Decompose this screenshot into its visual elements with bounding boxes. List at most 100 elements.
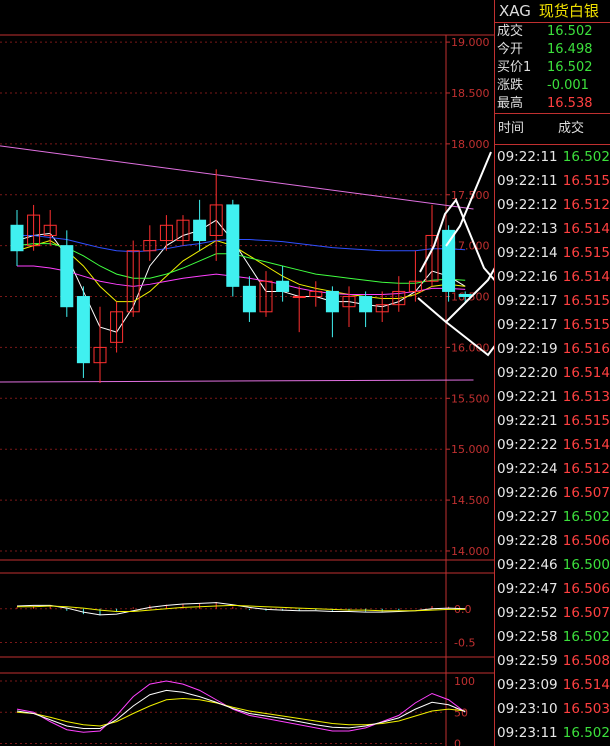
price-tick-label: 18.500 xyxy=(451,87,490,100)
tick-price: 16.514 xyxy=(562,677,610,693)
tick-price: 16.507 xyxy=(562,485,610,501)
tick-time: 09:22:28 xyxy=(497,533,558,549)
quote-row: 最高 16.538 xyxy=(495,95,610,113)
ticks-header: 时间 成交 xyxy=(495,114,610,145)
tick-time: 09:23:09 xyxy=(497,677,558,693)
tick-row: 09:22:17 16.515 xyxy=(495,313,610,337)
candle-body xyxy=(193,219,207,242)
tick-row: 09:22:19 16.516 xyxy=(495,337,610,361)
tick-time: 09:22:11 xyxy=(497,173,558,189)
quote-value: 16.538 xyxy=(547,96,593,111)
tick-price: 16.508 xyxy=(562,653,610,669)
tick-row: 09:22:46 16.500 xyxy=(495,553,610,577)
tick-row: 09:23:10 16.503 xyxy=(495,697,610,721)
tick-price: 16.515 xyxy=(562,293,610,309)
price-tick-label: 15.500 xyxy=(451,392,490,405)
tick-row: 09:22:14 16.515 xyxy=(495,241,610,265)
tick-time: 09:22:16 xyxy=(497,269,558,285)
tick-time: 09:22:17 xyxy=(497,317,558,333)
tick-price: 16.500 xyxy=(562,557,610,573)
tick-row: 09:22:59 16.508 xyxy=(495,649,610,673)
quote-value: 16.502 xyxy=(547,60,593,75)
tick-row: 09:22:52 16.507 xyxy=(495,601,610,625)
tick-time: 09:22:46 xyxy=(497,557,558,573)
tick-row: 09:22:24 16.512 xyxy=(495,457,610,481)
quote-row: 涨跌 -0.001 xyxy=(495,77,610,95)
quote-row: 今开 16.498 xyxy=(495,41,610,59)
tick-price: 16.516 xyxy=(562,341,610,357)
tick-time: 09:22:20 xyxy=(497,365,558,381)
quote-row: 成交 16.502 xyxy=(495,23,610,41)
symbol-name: 现货白银 xyxy=(538,2,599,20)
candle-body xyxy=(458,293,472,298)
tick-row: 09:22:17 16.515 xyxy=(495,289,610,313)
quote-label: 涨跌 xyxy=(497,78,524,93)
tick-row: 09:22:11 16.502 xyxy=(495,145,610,169)
tick-price: 16.513 xyxy=(562,389,610,405)
candle-body xyxy=(359,296,373,313)
price-tick-label: 17.000 xyxy=(451,240,490,253)
tick-time: 09:22:58 xyxy=(497,629,558,645)
kdj-tick-label: 0 xyxy=(454,738,461,746)
tick-price: 16.512 xyxy=(562,461,610,477)
candle-body xyxy=(325,290,339,313)
price-tick-label: 14.500 xyxy=(451,494,490,507)
tick-price: 16.506 xyxy=(562,533,610,549)
tick-price: 16.503 xyxy=(562,701,610,717)
tick-price: 16.514 xyxy=(562,437,610,453)
ticks-header-price: 成交 xyxy=(558,121,585,136)
tick-row: 09:22:21 16.513 xyxy=(495,385,610,409)
tick-time: 09:22:21 xyxy=(497,389,558,405)
tick-time: 09:22:47 xyxy=(497,581,558,597)
price-tick-label: 18.000 xyxy=(451,138,490,151)
tick-time: 09:22:21 xyxy=(497,413,558,429)
tick-price: 16.502 xyxy=(562,509,610,525)
tick-price: 16.514 xyxy=(562,269,610,285)
tick-time: 09:22:26 xyxy=(497,485,558,501)
candle-body xyxy=(76,296,90,364)
quote-label: 成交 xyxy=(497,24,524,39)
tick-row: 09:22:27 16.502 xyxy=(495,505,610,529)
tick-time: 09:22:59 xyxy=(497,653,558,669)
tick-row: 09:22:16 16.514 xyxy=(495,265,610,289)
candle-body xyxy=(292,296,306,299)
tick-time: 09:22:11 xyxy=(497,149,558,165)
chart-area[interactable]: 19.000 18.500 18.000 17.500 17.000 16.500 16.0… xyxy=(0,0,494,746)
quote-label: 今开 xyxy=(497,42,524,57)
quote-panel: XAG 现货白银 成交 16.502 今开 16.498 买价1 16.502 涨跌 -0.00… xyxy=(494,0,610,746)
candle-body xyxy=(60,245,74,308)
tick-row: 09:22:12 16.512 xyxy=(495,193,610,217)
tick-row: 09:22:47 16.506 xyxy=(495,577,610,601)
tick-list[interactable]: 09:22:11 16.502 09:22:11 16.515 09:22:12 16.5… xyxy=(495,145,610,745)
tick-row: 09:22:58 16.502 xyxy=(495,625,610,649)
quote-row: 买价1 16.502 xyxy=(495,59,610,77)
candle-body xyxy=(442,229,456,292)
tick-row: 09:22:21 16.515 xyxy=(495,409,610,433)
tick-time: 09:22:14 xyxy=(497,245,558,261)
tick-price: 16.507 xyxy=(562,605,610,621)
tick-price: 16.515 xyxy=(562,173,610,189)
trendline xyxy=(0,379,474,383)
tick-price: 16.515 xyxy=(562,413,610,429)
macd-tick-label: -0.5 xyxy=(454,637,475,650)
tick-time: 09:22:27 xyxy=(497,509,558,525)
candle-body xyxy=(242,285,256,313)
kdj-tick-label: 100 xyxy=(454,675,475,688)
tick-time: 09:22:24 xyxy=(497,461,558,477)
symbol-code: XAG xyxy=(499,2,531,20)
tick-time: 09:23:11 xyxy=(497,725,558,741)
tick-time: 09:22:22 xyxy=(497,437,558,453)
price-tick-label: 15.000 xyxy=(451,443,490,456)
tick-time: 09:22:19 xyxy=(497,341,558,357)
kline-chart[interactable]: 19.00018.50018.00017.50017.00016.50016.0… xyxy=(0,0,494,746)
candle-body xyxy=(10,224,24,252)
tick-price: 16.514 xyxy=(562,365,610,381)
tick-row: 09:22:20 16.514 xyxy=(495,361,610,385)
tick-row: 09:22:22 16.514 xyxy=(495,433,610,457)
symbol-header: XAG 现货白银 xyxy=(495,0,610,23)
tick-price: 16.502 xyxy=(562,149,610,165)
price-tick-label: 14.000 xyxy=(451,545,490,558)
moving-average-line xyxy=(17,234,466,253)
tick-row: 09:22:28 16.506 xyxy=(495,529,610,553)
candle-body xyxy=(276,280,290,292)
